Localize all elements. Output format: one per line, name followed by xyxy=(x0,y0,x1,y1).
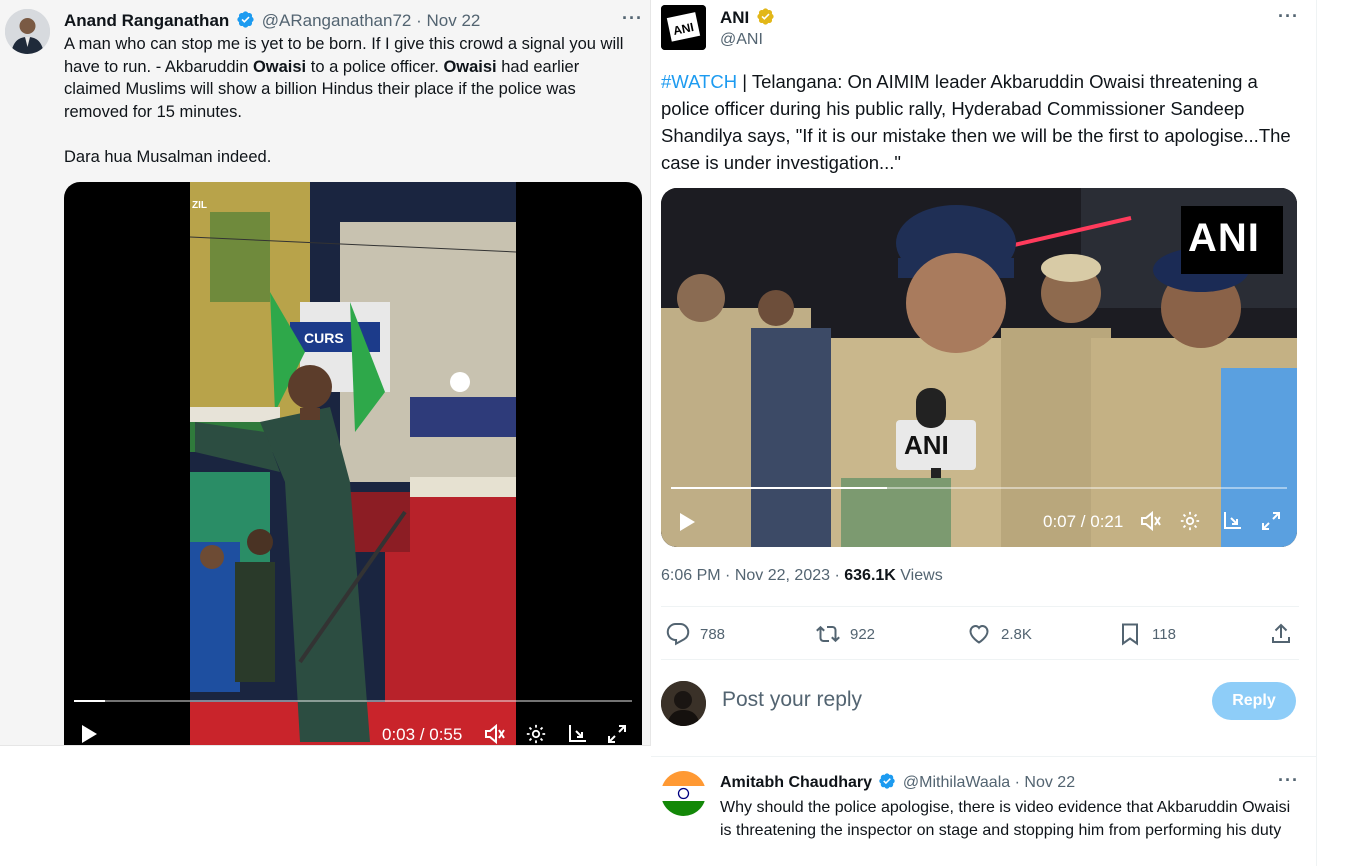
bookmark-icon xyxy=(1122,623,1138,646)
reply-count: 788 xyxy=(700,625,726,643)
views-label: Views xyxy=(900,567,943,584)
tweet-date[interactable]: Nov 22, 2023 xyxy=(735,567,830,584)
tweet-video[interactable]: ANI ANI 0:07 / 0:21 xyxy=(661,188,1297,547)
tweet-video[interactable]: ZIL CURS 0:03 / 0:55 xyxy=(64,182,642,745)
verified-badge-icon xyxy=(878,772,896,795)
more-options-icon[interactable]: ··· xyxy=(622,8,643,29)
share-icon xyxy=(1272,623,1290,643)
highlight-word: Owaisi xyxy=(443,57,497,76)
video-progress-bar[interactable] xyxy=(671,487,1287,489)
retweet-count: 922 xyxy=(850,625,876,643)
author-name[interactable]: Anand Ranganathan xyxy=(64,11,229,30)
fullscreen-icon[interactable] xyxy=(606,723,628,745)
left-tweet: Anand Ranganathan @ARanganathan72 · Nov … xyxy=(0,0,651,746)
reply-author-handle[interactable]: @MithilaWaala xyxy=(903,774,1010,791)
video-progress-fill xyxy=(74,700,105,702)
current-user-avatar[interactable] xyxy=(661,681,706,726)
mic-label: ANI xyxy=(904,430,949,460)
reply-button[interactable]: Reply xyxy=(1212,682,1296,720)
video-time: 0:07 / 0:21 xyxy=(1043,512,1124,531)
divider xyxy=(661,659,1299,660)
separator: · xyxy=(416,11,422,30)
tweet-text: A man who can stop me is yet to be born.… xyxy=(64,33,634,123)
reply-icon xyxy=(666,623,690,646)
tweet-text: #WATCH | Telangana: On AIMIM leader Akba… xyxy=(661,68,1301,176)
settings-gear-icon[interactable] xyxy=(525,723,547,745)
retweet-action[interactable]: 922 xyxy=(816,622,875,646)
highlight-word: Owaisi xyxy=(252,57,307,76)
more-options-icon[interactable]: ··· xyxy=(1278,770,1299,791)
more-options-icon[interactable]: ··· xyxy=(1278,6,1299,27)
volume-icon[interactable] xyxy=(1140,510,1162,536)
bookmark-action[interactable]: 118 xyxy=(1118,622,1176,646)
like-action[interactable]: 2.8K xyxy=(967,622,1032,646)
video-time: 0:03 / 0:55 xyxy=(382,725,463,744)
author-handle[interactable]: @ARanganathan72 xyxy=(262,11,412,30)
separator: · xyxy=(834,567,840,584)
tweet-date[interactable]: Nov 22 xyxy=(427,11,481,30)
text-segment: to a police officer. xyxy=(306,57,444,76)
gold-verified-badge-icon xyxy=(756,7,775,31)
ani-avatar[interactable]: ANI xyxy=(661,5,706,50)
tweet-text-second: Dara hua Musalman indeed. xyxy=(64,148,272,166)
author-name[interactable]: ANI xyxy=(720,8,749,27)
ani-watermark: ANI xyxy=(1188,216,1260,260)
separator: · xyxy=(1014,774,1020,791)
video-progress-fill xyxy=(671,487,887,489)
reply-date[interactable]: Nov 22 xyxy=(1024,774,1075,791)
video-banner-text: CURS xyxy=(304,330,344,346)
views-count: 636.1K xyxy=(844,567,896,584)
author-handle[interactable]: @ANI xyxy=(720,31,763,49)
video-progress-bar[interactable] xyxy=(74,700,632,702)
settings-gear-icon[interactable] xyxy=(1179,510,1201,537)
like-count: 2.8K xyxy=(1001,625,1032,643)
right-tweet: ANI ANI @ANI ··· #WATCH | Telangana: On … xyxy=(651,0,1317,866)
tweet-meta: 6:06 PM · Nov 22, 2023 · 636.1K Views xyxy=(661,567,943,585)
hashtag-link[interactable]: #WATCH xyxy=(661,71,737,92)
pip-icon[interactable] xyxy=(566,723,588,745)
separator: · xyxy=(725,567,731,584)
verified-badge-icon xyxy=(236,10,255,34)
heart-icon xyxy=(969,624,989,644)
volume-icon[interactable] xyxy=(484,723,506,745)
video-shop-sign: ZIL xyxy=(192,200,207,211)
reply-author-name[interactable]: Amitabh Chaudhary xyxy=(720,774,872,791)
author-avatar[interactable] xyxy=(5,9,50,54)
retweet-icon xyxy=(816,625,840,643)
play-icon[interactable] xyxy=(678,512,696,537)
play-icon[interactable] xyxy=(80,724,98,745)
share-action[interactable] xyxy=(1269,622,1303,646)
tweet-time[interactable]: 6:06 PM xyxy=(661,567,721,584)
bookmark-count: 118 xyxy=(1152,625,1176,643)
reply-input[interactable]: Post your reply xyxy=(722,688,862,712)
pip-icon[interactable] xyxy=(1221,510,1243,537)
divider xyxy=(661,606,1299,607)
reply-text: Why should the police apologise, there i… xyxy=(720,799,1291,839)
divider xyxy=(651,756,1316,757)
tweet-body: | Telangana: On AIMIM leader Akbaruddin … xyxy=(661,71,1291,173)
reply-action[interactable]: 788 xyxy=(666,622,725,646)
video-frame xyxy=(190,182,516,745)
fullscreen-icon[interactable] xyxy=(1260,510,1282,537)
reply-author-avatar[interactable] xyxy=(661,771,706,816)
